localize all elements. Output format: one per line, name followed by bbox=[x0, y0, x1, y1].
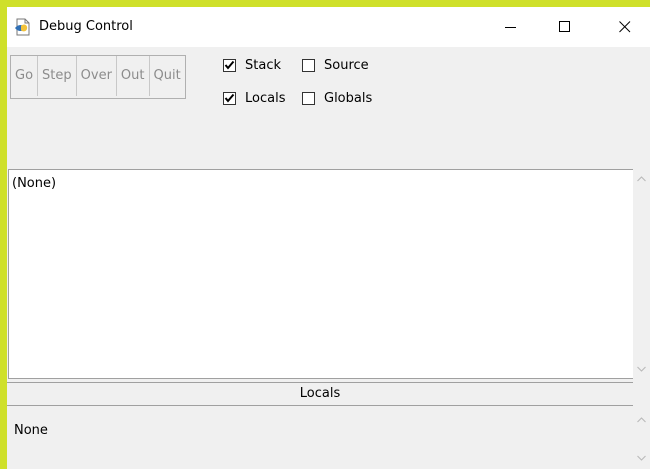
checkmark-icon bbox=[224, 60, 235, 70]
stack-checkbox[interactable] bbox=[223, 58, 236, 72]
checkmark-icon bbox=[224, 93, 235, 103]
stack-checkbox-row[interactable]: Stack bbox=[223, 56, 281, 74]
stack-scrollbar[interactable] bbox=[633, 169, 650, 379]
minimize-icon bbox=[505, 27, 516, 28]
scroll-down-arrow-icon[interactable] bbox=[637, 455, 646, 461]
debug-toolbar: Go Step Over Out Quit bbox=[10, 55, 186, 99]
source-checkbox[interactable] bbox=[302, 58, 315, 72]
locals-checkbox[interactable] bbox=[223, 91, 236, 105]
quit-button[interactable]: Quit bbox=[150, 56, 185, 96]
locals-scrollbar[interactable] bbox=[633, 405, 650, 469]
source-checkbox-row[interactable]: Source bbox=[302, 56, 369, 74]
locals-label: Locals bbox=[245, 90, 286, 106]
debug-control-window: Debug Control Go Step Over Out Quit Stac… bbox=[7, 7, 650, 469]
locals-checkbox-row[interactable]: Locals bbox=[223, 89, 285, 107]
window-title: Debug Control bbox=[39, 19, 133, 34]
locals-list[interactable]: None bbox=[8, 407, 633, 469]
close-icon bbox=[619, 21, 631, 33]
scroll-up-arrow-icon[interactable] bbox=[637, 176, 646, 182]
maximize-icon bbox=[559, 21, 570, 32]
source-label: Source bbox=[324, 57, 369, 73]
scroll-down-arrow-icon[interactable] bbox=[637, 366, 646, 372]
stack-label: Stack bbox=[245, 57, 281, 73]
maximize-button[interactable] bbox=[542, 7, 588, 47]
go-button[interactable]: Go bbox=[11, 56, 39, 96]
over-button[interactable]: Over bbox=[77, 56, 117, 96]
globals-checkbox-row[interactable]: Globals bbox=[302, 89, 372, 107]
minimize-button[interactable] bbox=[488, 7, 534, 47]
out-button[interactable]: Out bbox=[117, 56, 150, 96]
app-icon bbox=[14, 18, 32, 36]
scroll-up-arrow-icon[interactable] bbox=[637, 417, 646, 423]
locals-list-item: None bbox=[14, 423, 48, 438]
step-button[interactable]: Step bbox=[38, 56, 77, 96]
stack-list-item[interactable]: (None) bbox=[12, 176, 56, 191]
globals-label: Globals bbox=[324, 90, 373, 106]
stack-list[interactable]: (None) bbox=[8, 169, 635, 379]
title-bar[interactable]: Debug Control bbox=[7, 7, 650, 47]
close-button[interactable] bbox=[602, 7, 648, 47]
locals-section-header: Locals bbox=[7, 382, 633, 406]
globals-checkbox[interactable] bbox=[302, 91, 315, 105]
